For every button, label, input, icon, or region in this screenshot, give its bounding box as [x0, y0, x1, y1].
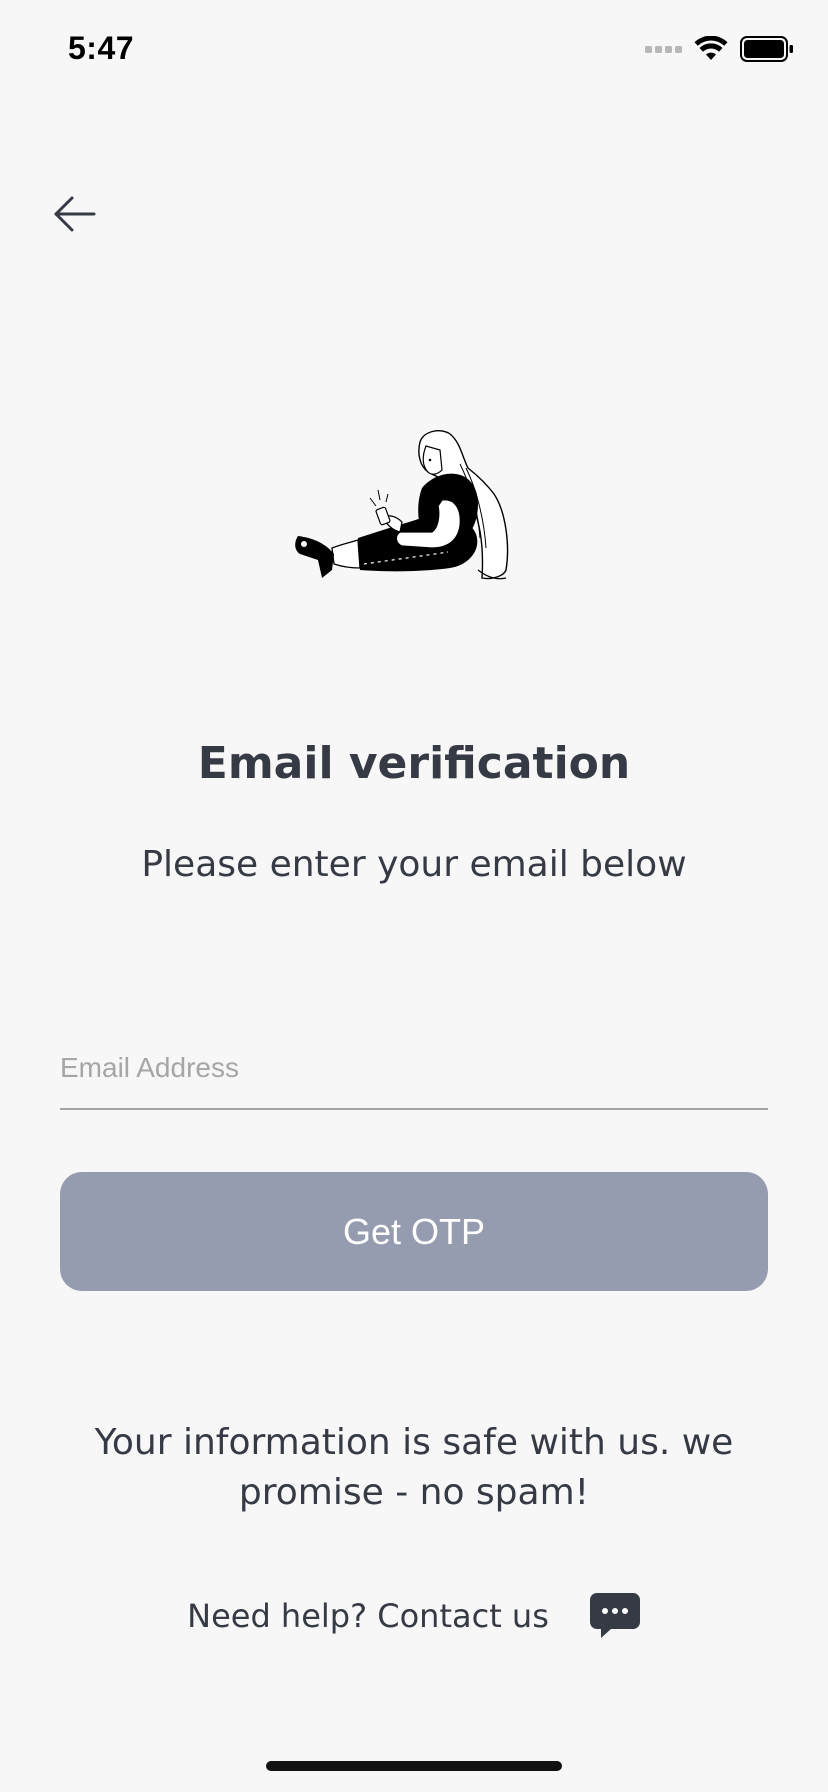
wifi-icon — [694, 36, 728, 60]
back-button[interactable] — [52, 192, 104, 236]
privacy-note: Your information is safe with us. we pro… — [94, 1422, 734, 1513]
get-otp-button[interactable]: Get OTP — [60, 1172, 768, 1291]
email-field[interactable] — [60, 1028, 768, 1110]
home-indicator — [266, 1761, 562, 1771]
page-title: Email verification — [197, 738, 631, 789]
cellular-signal-icon — [645, 45, 682, 53]
person-using-phone-illustration — [295, 430, 509, 580]
status-time: 5:47 — [68, 30, 135, 66]
contact-us-link[interactable]: Need help? Contact us — [187, 1597, 549, 1635]
chat-bubble-icon[interactable] — [589, 1592, 641, 1640]
page-subtitle: Please enter your email below — [141, 844, 687, 885]
battery-icon — [740, 36, 793, 62]
help-row: Need help? Contact us — [0, 1592, 828, 1640]
arrow-left-icon — [54, 196, 96, 232]
status-icons — [645, 36, 794, 62]
